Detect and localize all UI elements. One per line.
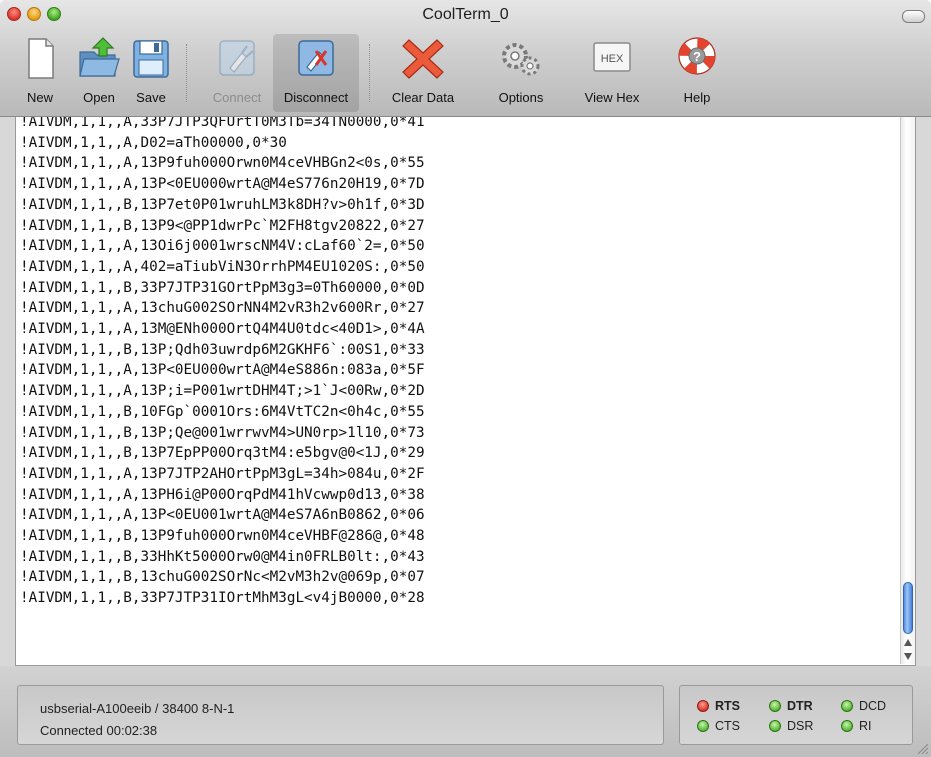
terminal-line: !AIVDM,1,1,,B,13P7EpPP00Orq3tM4:e5bgv@0<… bbox=[20, 445, 425, 462]
terminal-line: !AIVDM,1,1,,B,13P7et0P01wruhLM3k8DH?v>0h… bbox=[20, 196, 425, 213]
scroll-up-arrow-icon[interactable] bbox=[904, 639, 912, 646]
terminal-line: !AIVDM,1,1,,A,13chuG002SOrNN4M2vR3h2v600… bbox=[20, 300, 425, 317]
gear-icon bbox=[502, 43, 540, 76]
disconnect-label: Disconnect bbox=[283, 90, 349, 105]
vertical-scrollbar[interactable] bbox=[900, 117, 915, 664]
clear-data-button[interactable]: Clear Data bbox=[382, 34, 464, 112]
save-label: Save bbox=[136, 90, 166, 105]
window-title: CoolTerm_0 bbox=[422, 6, 509, 23]
options-button[interactable]: Options bbox=[486, 34, 556, 112]
cts-led-icon bbox=[697, 720, 709, 732]
terminal-line: !AIVDM,1,1,,B,33HhKt5000Orw0@M4in0FRLB0l… bbox=[20, 548, 425, 565]
terminal-line: !AIVDM,1,1,,B,13P;Qe@001wrrwvM4>UN0rp>1l… bbox=[20, 424, 425, 441]
resize-grip-icon[interactable] bbox=[915, 741, 929, 755]
connection-status-panel: usbserial-A100eeib / 38400 8-N-1 Connect… bbox=[17, 685, 664, 745]
open-folder-icon bbox=[79, 37, 120, 77]
new-label: New bbox=[26, 90, 53, 105]
port-settings-text: usbserial-A100eeib / 38400 8-N-1 bbox=[40, 701, 235, 716]
options-label: Options bbox=[498, 90, 544, 105]
terminal-line: !AIVDM,1,1,,A,13P7JTP2AHOrtPpM3gL=34h>08… bbox=[20, 465, 425, 482]
terminal-lines: !AIVDM,1,1,,A,33P7JTP3QFUrtT0M3Tb=34TN00… bbox=[20, 117, 425, 609]
terminal-line: !AIVDM,1,1,,B,13P9fuh000Orwn0M4ceVHBF@28… bbox=[20, 528, 425, 545]
terminal-line: !AIVDM,1,1,,B,33P7JTP31GOrtPpM3g3=0Th600… bbox=[20, 279, 425, 296]
floppy-disk-icon bbox=[133, 40, 169, 78]
toolbar: CoolTerm_0 New Open Save Connect Disconn… bbox=[0, 0, 931, 117]
open-button[interactable]: Open bbox=[70, 34, 128, 112]
terminal-line: !AIVDM,1,1,,A,13P9fuh000Orwn0M4ceVHBGn2<… bbox=[20, 155, 425, 172]
dtr-led-icon bbox=[769, 700, 781, 712]
svg-text:?: ? bbox=[693, 49, 701, 64]
ri-label: RI bbox=[859, 719, 872, 733]
clear-data-label: Clear Data bbox=[391, 90, 455, 105]
disconnect-button[interactable]: Disconnect bbox=[273, 34, 359, 112]
terminal-line: !AIVDM,1,1,,A,13P<0EU000wrtA@M4eS886n:08… bbox=[20, 362, 425, 379]
terminal-line: !AIVDM,1,1,,A,402=aTiubViN3OrrhPM4EU1020… bbox=[20, 258, 425, 275]
status-bar: usbserial-A100eeib / 38400 8-N-1 Connect… bbox=[0, 666, 931, 757]
connect-button[interactable]: Connect bbox=[200, 34, 274, 112]
view-hex-label: View Hex bbox=[584, 90, 640, 105]
signal-leds-panel: RTS DTR DCD CTS DSR RI bbox=[679, 685, 913, 745]
terminal-line: !AIVDM,1,1,,B,33P7JTP31IOrtMhM3gL<v4jB00… bbox=[20, 590, 425, 607]
terminal-line: !AIVDM,1,1,,A,33P7JTP3QFUrtT0M3Tb=34TN00… bbox=[20, 117, 425, 130]
terminal-line: !AIVDM,1,1,,A,13P<0EU001wrtA@M4eS7A6nB08… bbox=[20, 507, 425, 524]
terminal-output[interactable]: !AIVDM,1,1,,A,33P7JTP3QFUrtT0M3Tb=34TN00… bbox=[15, 117, 916, 666]
terminal-line: !AIVDM,1,1,,B,13chuG002SOrNc<M2vM3h2v@06… bbox=[20, 569, 425, 586]
rts-led-icon bbox=[697, 700, 709, 712]
cts-label: CTS bbox=[715, 719, 740, 733]
dsr-led-icon bbox=[769, 720, 781, 732]
connect-label: Connect bbox=[212, 90, 262, 105]
toolbar-toggle-button[interactable] bbox=[902, 10, 925, 23]
terminal-line: !AIVDM,1,1,,B,13P9<@PP1dwrPc`M2FH8tgv208… bbox=[20, 217, 425, 234]
terminal-line: !AIVDM,1,1,,B,13P;Qdh03uwrdp6M2GKHF6`:00… bbox=[20, 341, 425, 358]
hex-icon-text: HEX bbox=[601, 53, 624, 65]
ri-led-icon bbox=[841, 720, 853, 732]
dtr-label: DTR bbox=[787, 699, 813, 713]
terminal-line: !AIVDM,1,1,,A,13P<0EU000wrtA@M4eS776n20H… bbox=[20, 176, 425, 193]
dsr-label: DSR bbox=[787, 719, 814, 733]
terminal-line: !AIVDM,1,1,,A,D02=aTh00000,0*30 bbox=[20, 134, 287, 151]
new-button[interactable]: New bbox=[15, 34, 65, 112]
coolterm-window: CoolTerm_0 New Open Save Connect Disconn… bbox=[0, 0, 931, 757]
scrollbar-thumb[interactable] bbox=[903, 582, 913, 634]
help-label: Help bbox=[683, 90, 711, 105]
view-hex-button[interactable]: HEX View Hex bbox=[574, 34, 650, 112]
terminal-line: !AIVDM,1,1,,A,13P;i=P001wrtDHM4T;>1`J<00… bbox=[20, 383, 425, 400]
dcd-label: DCD bbox=[859, 699, 887, 713]
disconnect-plug-icon bbox=[298, 40, 334, 76]
scroll-down-arrow-icon[interactable] bbox=[904, 653, 912, 660]
help-button[interactable]: ? Help bbox=[674, 34, 720, 112]
toolbar-separator bbox=[186, 44, 188, 102]
new-document-icon bbox=[28, 38, 54, 79]
hex-view-icon: HEX bbox=[593, 42, 631, 72]
clear-x-icon bbox=[402, 39, 444, 79]
terminal-line: !AIVDM,1,1,,A,13M@ENh000OrtQ4M4U0tdc<40D… bbox=[20, 321, 425, 338]
terminal-line: !AIVDM,1,1,,B,10FGp`0001Ors:6M4VtTC2n<0h… bbox=[20, 403, 425, 420]
connection-time-text: Connected 00:02:38 bbox=[40, 723, 158, 738]
rts-label: RTS bbox=[715, 699, 740, 713]
dcd-led-icon bbox=[841, 700, 853, 712]
open-label: Open bbox=[83, 90, 115, 105]
lifebuoy-help-icon: ? bbox=[678, 37, 716, 75]
save-button[interactable]: Save bbox=[128, 34, 174, 112]
terminal-line: !AIVDM,1,1,,A,13Oi6j0001wrscNM4V:cLaf60`… bbox=[20, 238, 425, 255]
toolbar-separator bbox=[369, 44, 371, 102]
terminal-line: !AIVDM,1,1,,A,13PH6i@P00OrqPdM41hVcwwp0d… bbox=[20, 486, 425, 503]
connect-plug-icon bbox=[219, 40, 255, 76]
